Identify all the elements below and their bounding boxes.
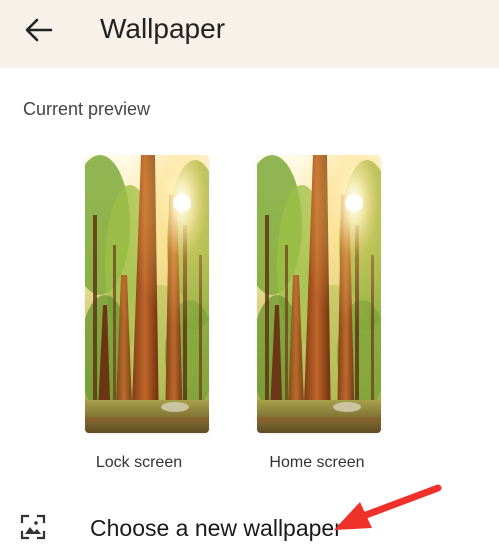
wallpaper-thumbnail [257,155,381,433]
lock-screen-preview[interactable] [85,155,209,433]
lock-screen-label: Lock screen [95,454,183,471]
back-button[interactable] [14,8,64,52]
home-screen-preview[interactable] [257,155,381,433]
wallpaper-thumbnail [85,155,209,433]
arrow-left-icon [25,18,53,42]
app-bar: Wallpaper [0,0,499,68]
image-frame-icon [20,514,46,540]
home-screen-label: Home screen [269,454,365,471]
choose-new-wallpaper-label: Choose a new wallpaper [90,515,342,541]
choose-new-wallpaper-row[interactable]: Choose a new wallpaper [0,500,499,545]
current-preview-label: Current preview [23,99,151,119]
page-title: Wallpaper [100,13,226,44]
